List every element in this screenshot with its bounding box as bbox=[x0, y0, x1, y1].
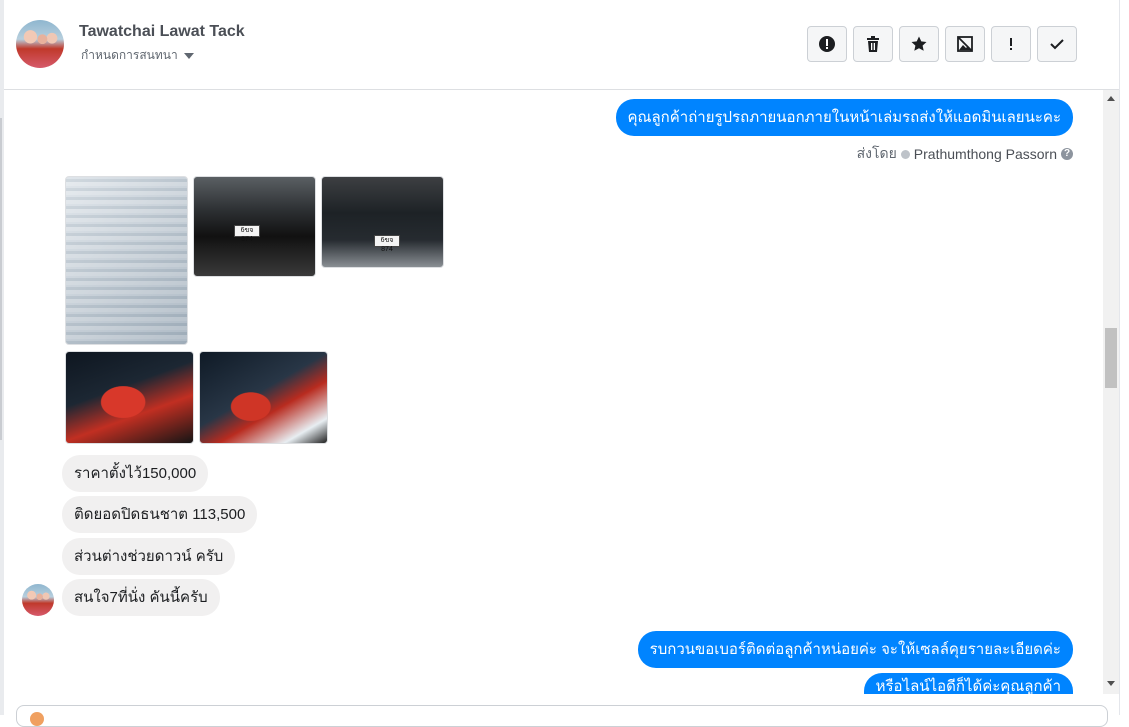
scroll-up-icon[interactable] bbox=[1107, 96, 1115, 101]
important-button[interactable] bbox=[991, 26, 1031, 62]
photo-car-front[interactable]: 6ขจ 874 bbox=[321, 176, 444, 268]
incoming-message[interactable]: ราคาตั้งไว้150,000 bbox=[62, 455, 209, 492]
star-button[interactable] bbox=[899, 26, 939, 62]
photo-car-rear[interactable]: 6ขจ 874 bbox=[193, 176, 316, 277]
incoming-message[interactable]: ส่วนต่างช่วยดาวน์ ครับ bbox=[62, 538, 236, 575]
done-button[interactable] bbox=[1037, 26, 1077, 62]
left-panel-scroll-mark bbox=[0, 118, 2, 440]
star-icon bbox=[911, 36, 927, 51]
sender-avatar[interactable] bbox=[22, 584, 54, 616]
photo-registration-book[interactable] bbox=[65, 176, 188, 345]
sent-by-info: ส่งโดย Prathumthong Passorn ? bbox=[857, 143, 1073, 165]
sent-by-prefix: ส่งโดย bbox=[856, 145, 897, 161]
contact-name[interactable]: Tawatchai Lawat Tack bbox=[79, 23, 245, 41]
report-spam-icon bbox=[819, 36, 835, 52]
conversation-header: Tawatchai Lawat Tack กำหนดการสนทนา bbox=[4, 0, 1119, 90]
conversation-options[interactable]: กำหนดการสนทนา bbox=[81, 46, 194, 65]
right-gutter bbox=[1119, 0, 1129, 715]
photo-interior-side[interactable] bbox=[199, 351, 328, 444]
outgoing-message[interactable]: รบกวนขอเบอร์ติดต่อลูกค้าหน่อยค่ะ จะให้เซ… bbox=[637, 631, 1073, 668]
image-button[interactable] bbox=[945, 26, 985, 62]
incoming-message[interactable]: ติดยอดปิดธนชาต 113,500 bbox=[62, 496, 258, 533]
help-icon[interactable]: ? bbox=[1061, 148, 1073, 160]
message-composer[interactable] bbox=[16, 705, 1108, 727]
scrollbar[interactable] bbox=[1103, 90, 1119, 694]
license-plate: 6ขจ 874 bbox=[374, 235, 400, 253]
verified-icon bbox=[900, 149, 910, 159]
check-icon bbox=[1050, 39, 1064, 50]
scroll-down-icon[interactable] bbox=[1107, 681, 1115, 686]
conversation-options-label: กำหนดการสนทนา bbox=[81, 48, 178, 62]
photo-interior-front[interactable] bbox=[65, 351, 194, 444]
header-actions bbox=[807, 26, 1077, 62]
trash-icon bbox=[867, 36, 879, 52]
delete-button[interactable] bbox=[853, 26, 893, 62]
license-plate: 6ขจ 874 bbox=[234, 225, 260, 243]
scrollbar-thumb[interactable] bbox=[1105, 328, 1117, 388]
outgoing-message[interactable]: คุณลูกค้าถ่ายรูปรถภายนอกภายในหน้าเล่มรถส… bbox=[615, 99, 1073, 136]
image-off-icon bbox=[957, 36, 973, 52]
incoming-message[interactable]: สนใจ7ที่นั่ง คันนี้ครับ bbox=[62, 579, 220, 616]
exclamation-icon bbox=[1010, 38, 1012, 50]
spam-button[interactable] bbox=[807, 26, 847, 62]
sent-by-name[interactable]: Prathumthong Passorn bbox=[914, 146, 1057, 162]
caret-down-icon bbox=[183, 52, 194, 59]
outgoing-message[interactable]: หรือไลน์ไอดีก็ได้ค่ะคุณลูกค้า bbox=[863, 673, 1073, 694]
avatar[interactable] bbox=[16, 20, 64, 68]
composer-avatar bbox=[30, 712, 44, 726]
